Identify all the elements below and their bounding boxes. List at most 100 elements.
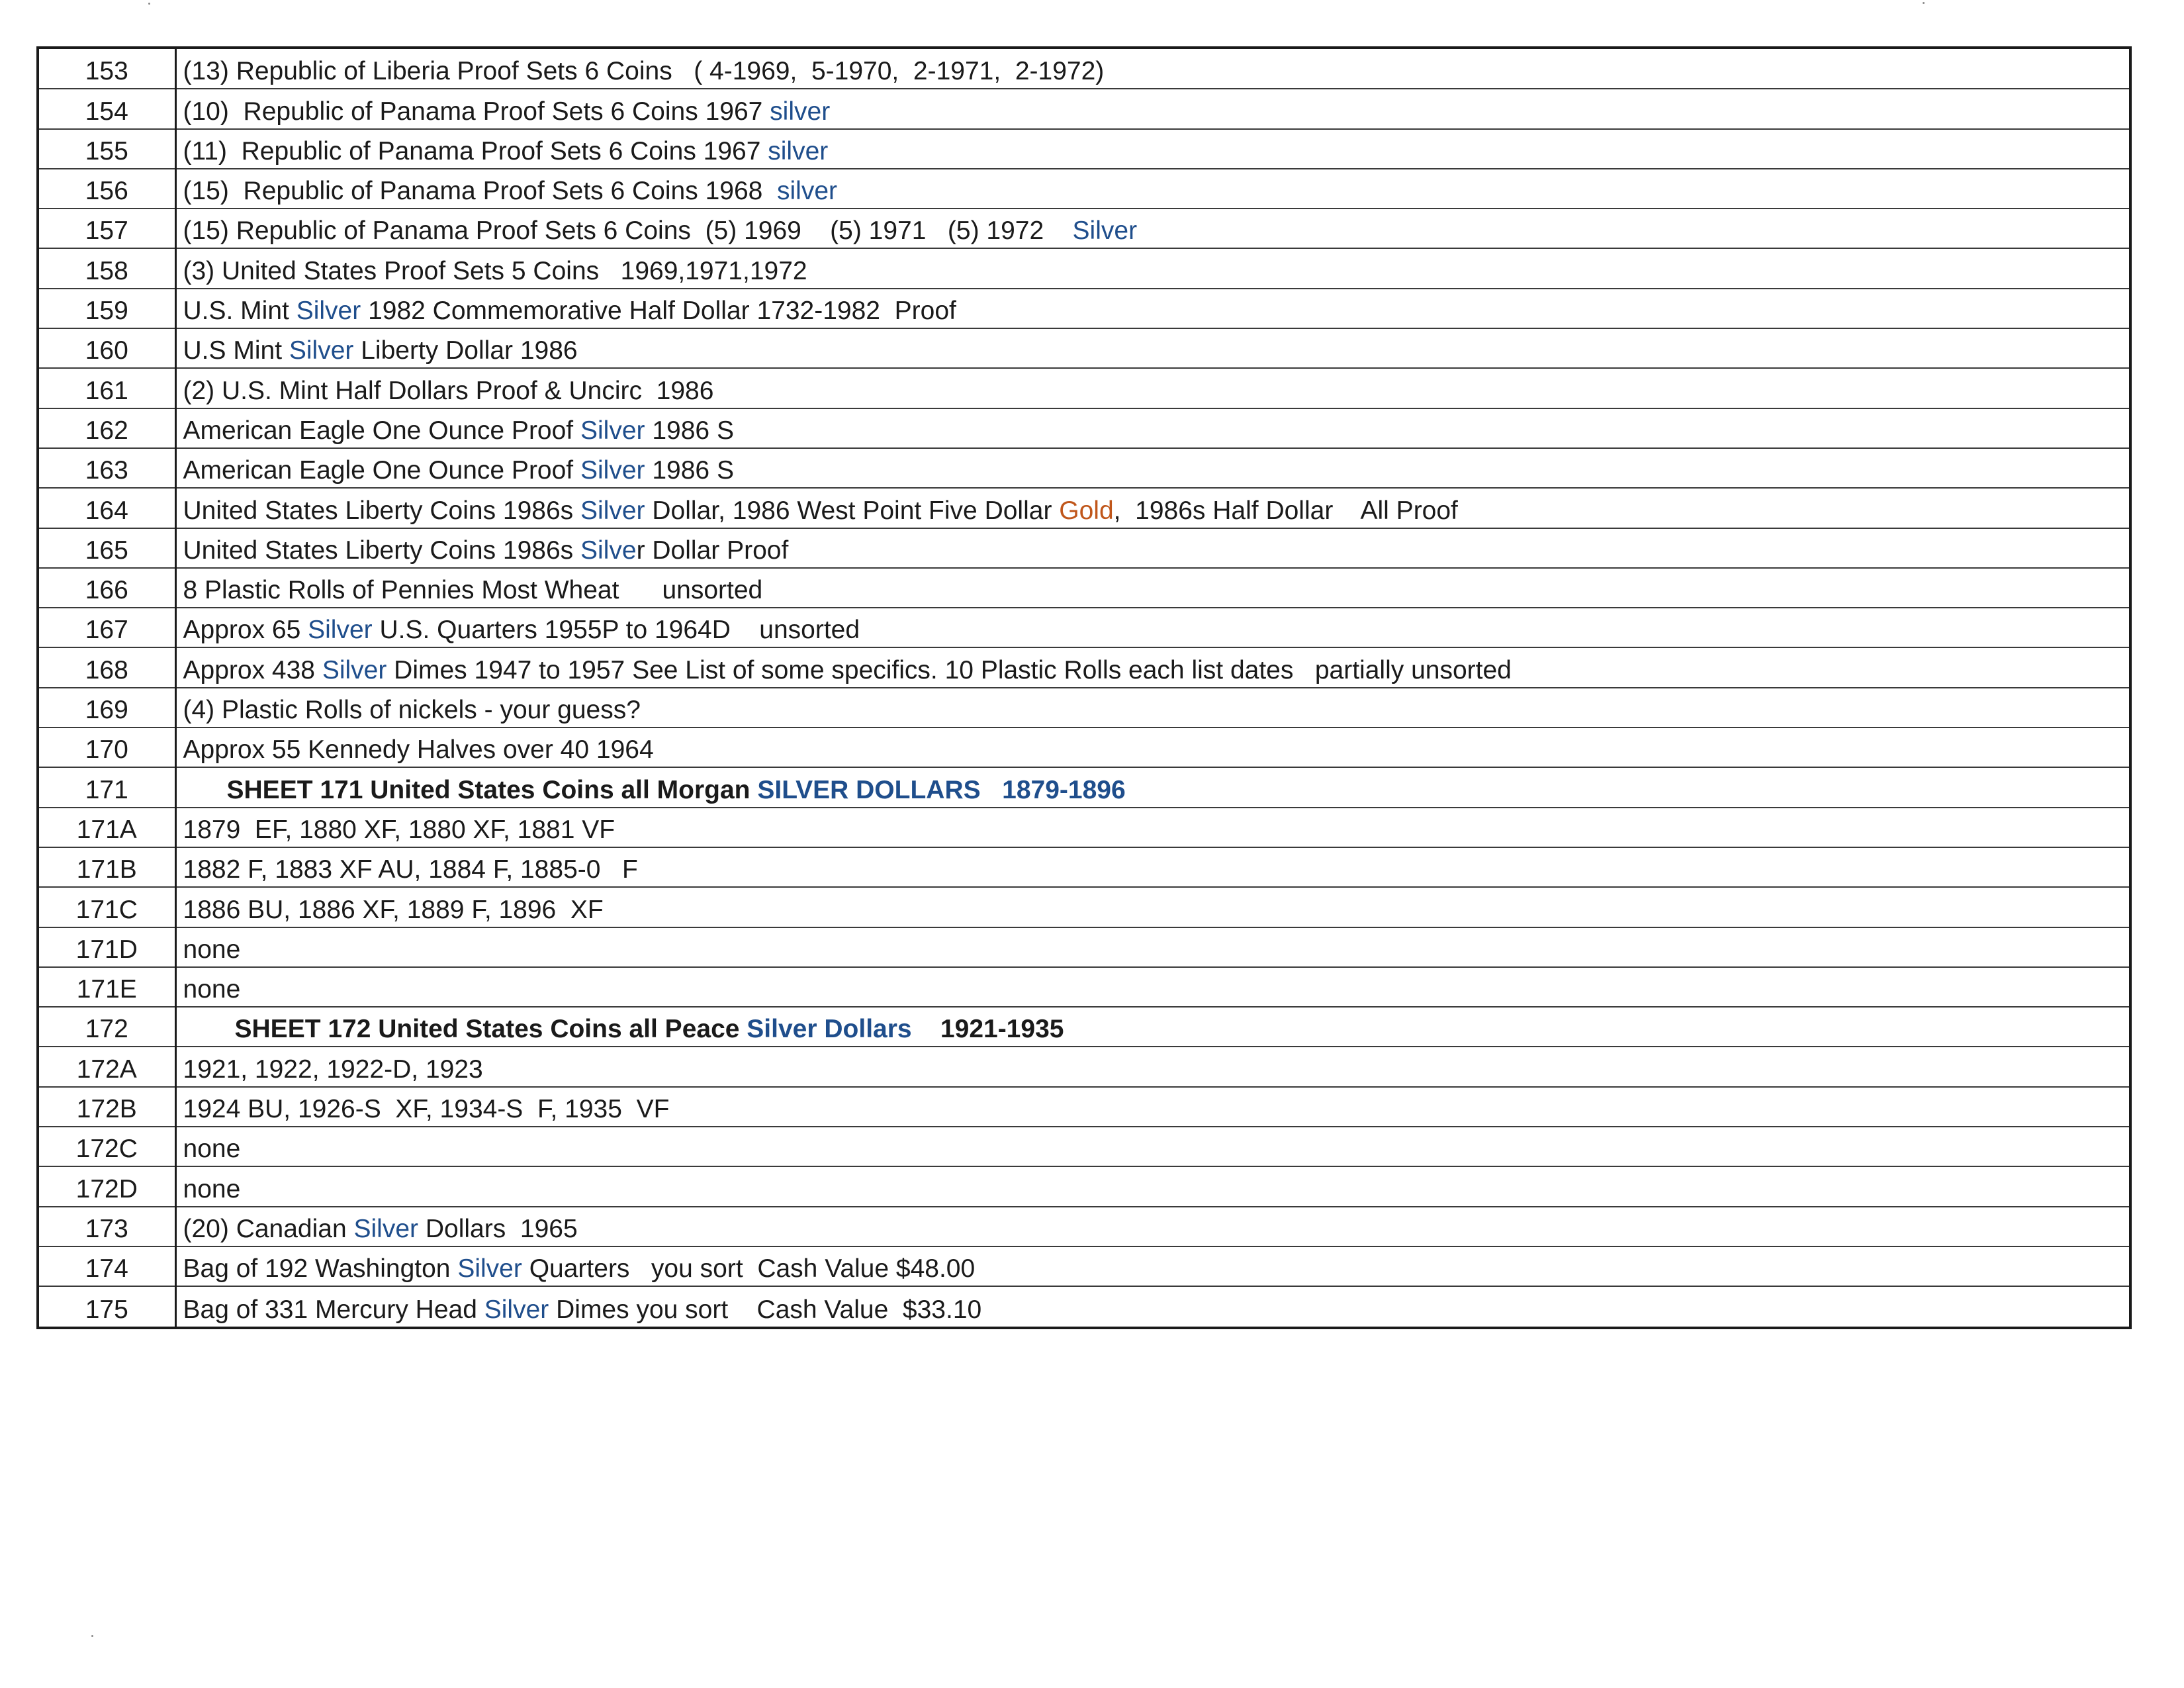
table-row: 171C 1886 BU, 1886 XF, 1889 F, 1896 XF — [39, 887, 2129, 928]
description-text: Liberty Dollar 1986 — [353, 336, 578, 365]
description-text: (15) Republic of Panama Proof Sets 6 Coi… — [183, 177, 777, 206]
description-text: r Dollar Proof — [636, 536, 789, 565]
table-row: 171B 1882 F, 1883 XF AU, 1884 F, 1885-0 F — [39, 847, 2129, 888]
lot-description: 8 Plastic Rolls of Pennies Most Wheat un… — [175, 567, 2129, 609]
lot-number: 171C — [39, 887, 177, 928]
metal-silver-text: Silver — [580, 456, 645, 485]
description-text: SHEET 171 United States Coins all Morgan — [226, 775, 758, 804]
lot-number: 164 — [39, 488, 177, 529]
lot-description: (15) Republic of Panama Proof Sets 6 Coi… — [175, 168, 2129, 210]
lot-description: American Eagle One Ounce Proof Silver 19… — [175, 447, 2129, 489]
metal-silver-text: Silver — [457, 1254, 522, 1284]
lot-description: American Eagle One Ounce Proof Silver 19… — [175, 408, 2129, 449]
lot-description: Approx 438 Silver Dimes 1947 to 1957 See… — [175, 647, 2129, 688]
lot-description: 1882 F, 1883 XF AU, 1884 F, 1885-0 F — [175, 847, 2129, 888]
lot-table: 153 (13) Republic of Liberia Proof Sets 6… — [39, 49, 2129, 1327]
description-text: 8 Plastic Rolls of Pennies Most Wheat un… — [183, 576, 763, 605]
lot-number: 171E — [39, 966, 177, 1008]
lot-table-body: 153 (13) Republic of Liberia Proof Sets 6… — [39, 49, 2129, 1327]
description-text: 1982 Commemorative Half Dollar 1732-1982… — [361, 297, 956, 326]
description-text: Approx 65 — [183, 616, 308, 645]
table-row: 155 (11) Republic of Panama Proof Sets 6 … — [39, 128, 2129, 169]
description-text: , 1986s Half Dollar All Proof — [1113, 496, 1458, 525]
lot-description: none — [175, 1127, 2129, 1168]
description-text: Dimes 1947 to 1957 See List of some spec… — [387, 655, 1512, 684]
table-row: 158 (3) United States Proof Sets 5 Coins … — [39, 248, 2129, 289]
description-text: Bag of 331 Mercury Head — [183, 1295, 484, 1324]
description-text: U.S. Mint — [183, 297, 296, 326]
lot-description: SHEET 172 United States Coins all Peace … — [175, 1007, 2129, 1048]
table-row: 166 8 Plastic Rolls of Pennies Most Wheat… — [39, 567, 2129, 609]
table-row: 161 (2) U.S. Mint Half Dollars Proof & Un… — [39, 368, 2129, 409]
lot-number: 169 — [39, 687, 177, 729]
table-row: 168 Approx 438 Silver Dimes 1947 to 1957 … — [39, 647, 2129, 688]
description-text: American Eagle One Ounce Proof — [183, 416, 580, 445]
metal-silver-text: Silver — [296, 297, 361, 326]
description-text: 1921-1935 — [911, 1015, 1064, 1044]
lot-description: (3) United States Proof Sets 5 Coins 196… — [175, 248, 2129, 289]
lot-number: 172B — [39, 1086, 177, 1128]
lot-number: 156 — [39, 168, 177, 210]
table-row: 164 United States Liberty Coins 1986s Sil… — [39, 488, 2129, 529]
lot-number: 171A — [39, 807, 177, 848]
metal-silver-text: Silver — [289, 336, 354, 365]
metal-silver-text: Silver Dollars — [747, 1015, 912, 1044]
lot-description: U.S Mint Silver Liberty Dollar 1986 — [175, 328, 2129, 369]
lot-number: 153 — [39, 49, 177, 90]
metal-silver-text: silver — [768, 136, 829, 165]
description-text: 1879 EF, 1880 XF, 1880 XF, 1881 VF — [183, 815, 615, 844]
metal-silver-text: Silve — [580, 536, 637, 565]
description-text: 1924 BU, 1926-S XF, 1934-S F, 1935 VF — [183, 1095, 670, 1124]
table-row: 154 (10) Republic of Panama Proof Sets 6 … — [39, 89, 2129, 130]
lot-description: (10) Republic of Panama Proof Sets 6 Coi… — [175, 89, 2129, 130]
table-row: 162 American Eagle One Ounce Proof Silver… — [39, 408, 2129, 449]
metal-silver-text: Silver — [580, 496, 645, 525]
lot-number: 160 — [39, 328, 177, 369]
lot-number: 163 — [39, 447, 177, 489]
lot-number: 171B — [39, 847, 177, 888]
metal-silver-text: silver — [777, 177, 838, 206]
table-row: 171D none — [39, 927, 2129, 968]
table-row: 157 (15) Republic of Panama Proof Sets 6 … — [39, 209, 2129, 250]
lot-description: (15) Republic of Panama Proof Sets 6 Coi… — [175, 209, 2129, 250]
lot-number: 172 — [39, 1007, 177, 1048]
metal-silver-text: Silver — [308, 616, 373, 645]
description-text: American Eagle One Ounce Proof — [183, 456, 580, 485]
metal-gold-text: Gold — [1059, 496, 1114, 525]
lot-number: 161 — [39, 368, 177, 409]
table-row: 172D none — [39, 1166, 2129, 1207]
lot-description: (2) U.S. Mint Half Dollars Proof & Uncir… — [175, 368, 2129, 409]
description-text: Dimes you sort Cash Value $33.10 — [549, 1295, 982, 1324]
lot-description: United States Liberty Coins 1986s Silver… — [175, 488, 2129, 529]
lot-description: (13) Republic of Liberia Proof Sets 6 Co… — [175, 49, 2129, 90]
table-row: 156 (15) Republic of Panama Proof Sets 6 … — [39, 168, 2129, 210]
lot-number: 172D — [39, 1166, 177, 1207]
description-text: Approx 55 Kennedy Halves over 40 1964 — [183, 735, 654, 765]
lot-description: 1921, 1922, 1922-D, 1923 — [175, 1047, 2129, 1088]
lot-number: 157 — [39, 209, 177, 250]
lot-number: 171D — [39, 927, 177, 968]
table-row: 171E none — [39, 966, 2129, 1008]
lot-description: 1879 EF, 1880 XF, 1880 XF, 1881 VF — [175, 807, 2129, 848]
metal-silver-text: silver — [770, 97, 831, 126]
scan-speck — [91, 1635, 93, 1637]
lot-number: 171 — [39, 767, 177, 808]
description-text: none — [183, 1174, 241, 1203]
lot-number: 173 — [39, 1206, 177, 1247]
description-text: Dollars 1965 — [418, 1214, 578, 1243]
scan-speck — [1923, 2, 1925, 4]
metal-silver-text: Silver — [580, 416, 645, 445]
lot-description: (4) Plastic Rolls of nickels - your gues… — [175, 687, 2129, 729]
lot-number: 167 — [39, 608, 177, 649]
description-text: Dollar, 1986 West Point Five Dollar — [645, 496, 1060, 525]
lot-description: Approx 65 Silver U.S. Quarters 1955P to … — [175, 608, 2129, 649]
table-row: 165 United States Liberty Coins 1986s Sil… — [39, 528, 2129, 569]
description-text: United States Liberty Coins 1986s — [183, 536, 581, 565]
lot-number: 174 — [39, 1246, 177, 1288]
metal-silver-text: Silver — [1072, 216, 1138, 246]
table-row: 167 Approx 65 Silver U.S. Quarters 1955P … — [39, 608, 2129, 649]
lot-number: 172A — [39, 1047, 177, 1088]
lot-description: none — [175, 966, 2129, 1008]
description-text: (20) Canadian — [183, 1214, 354, 1243]
lot-number: 165 — [39, 528, 177, 569]
